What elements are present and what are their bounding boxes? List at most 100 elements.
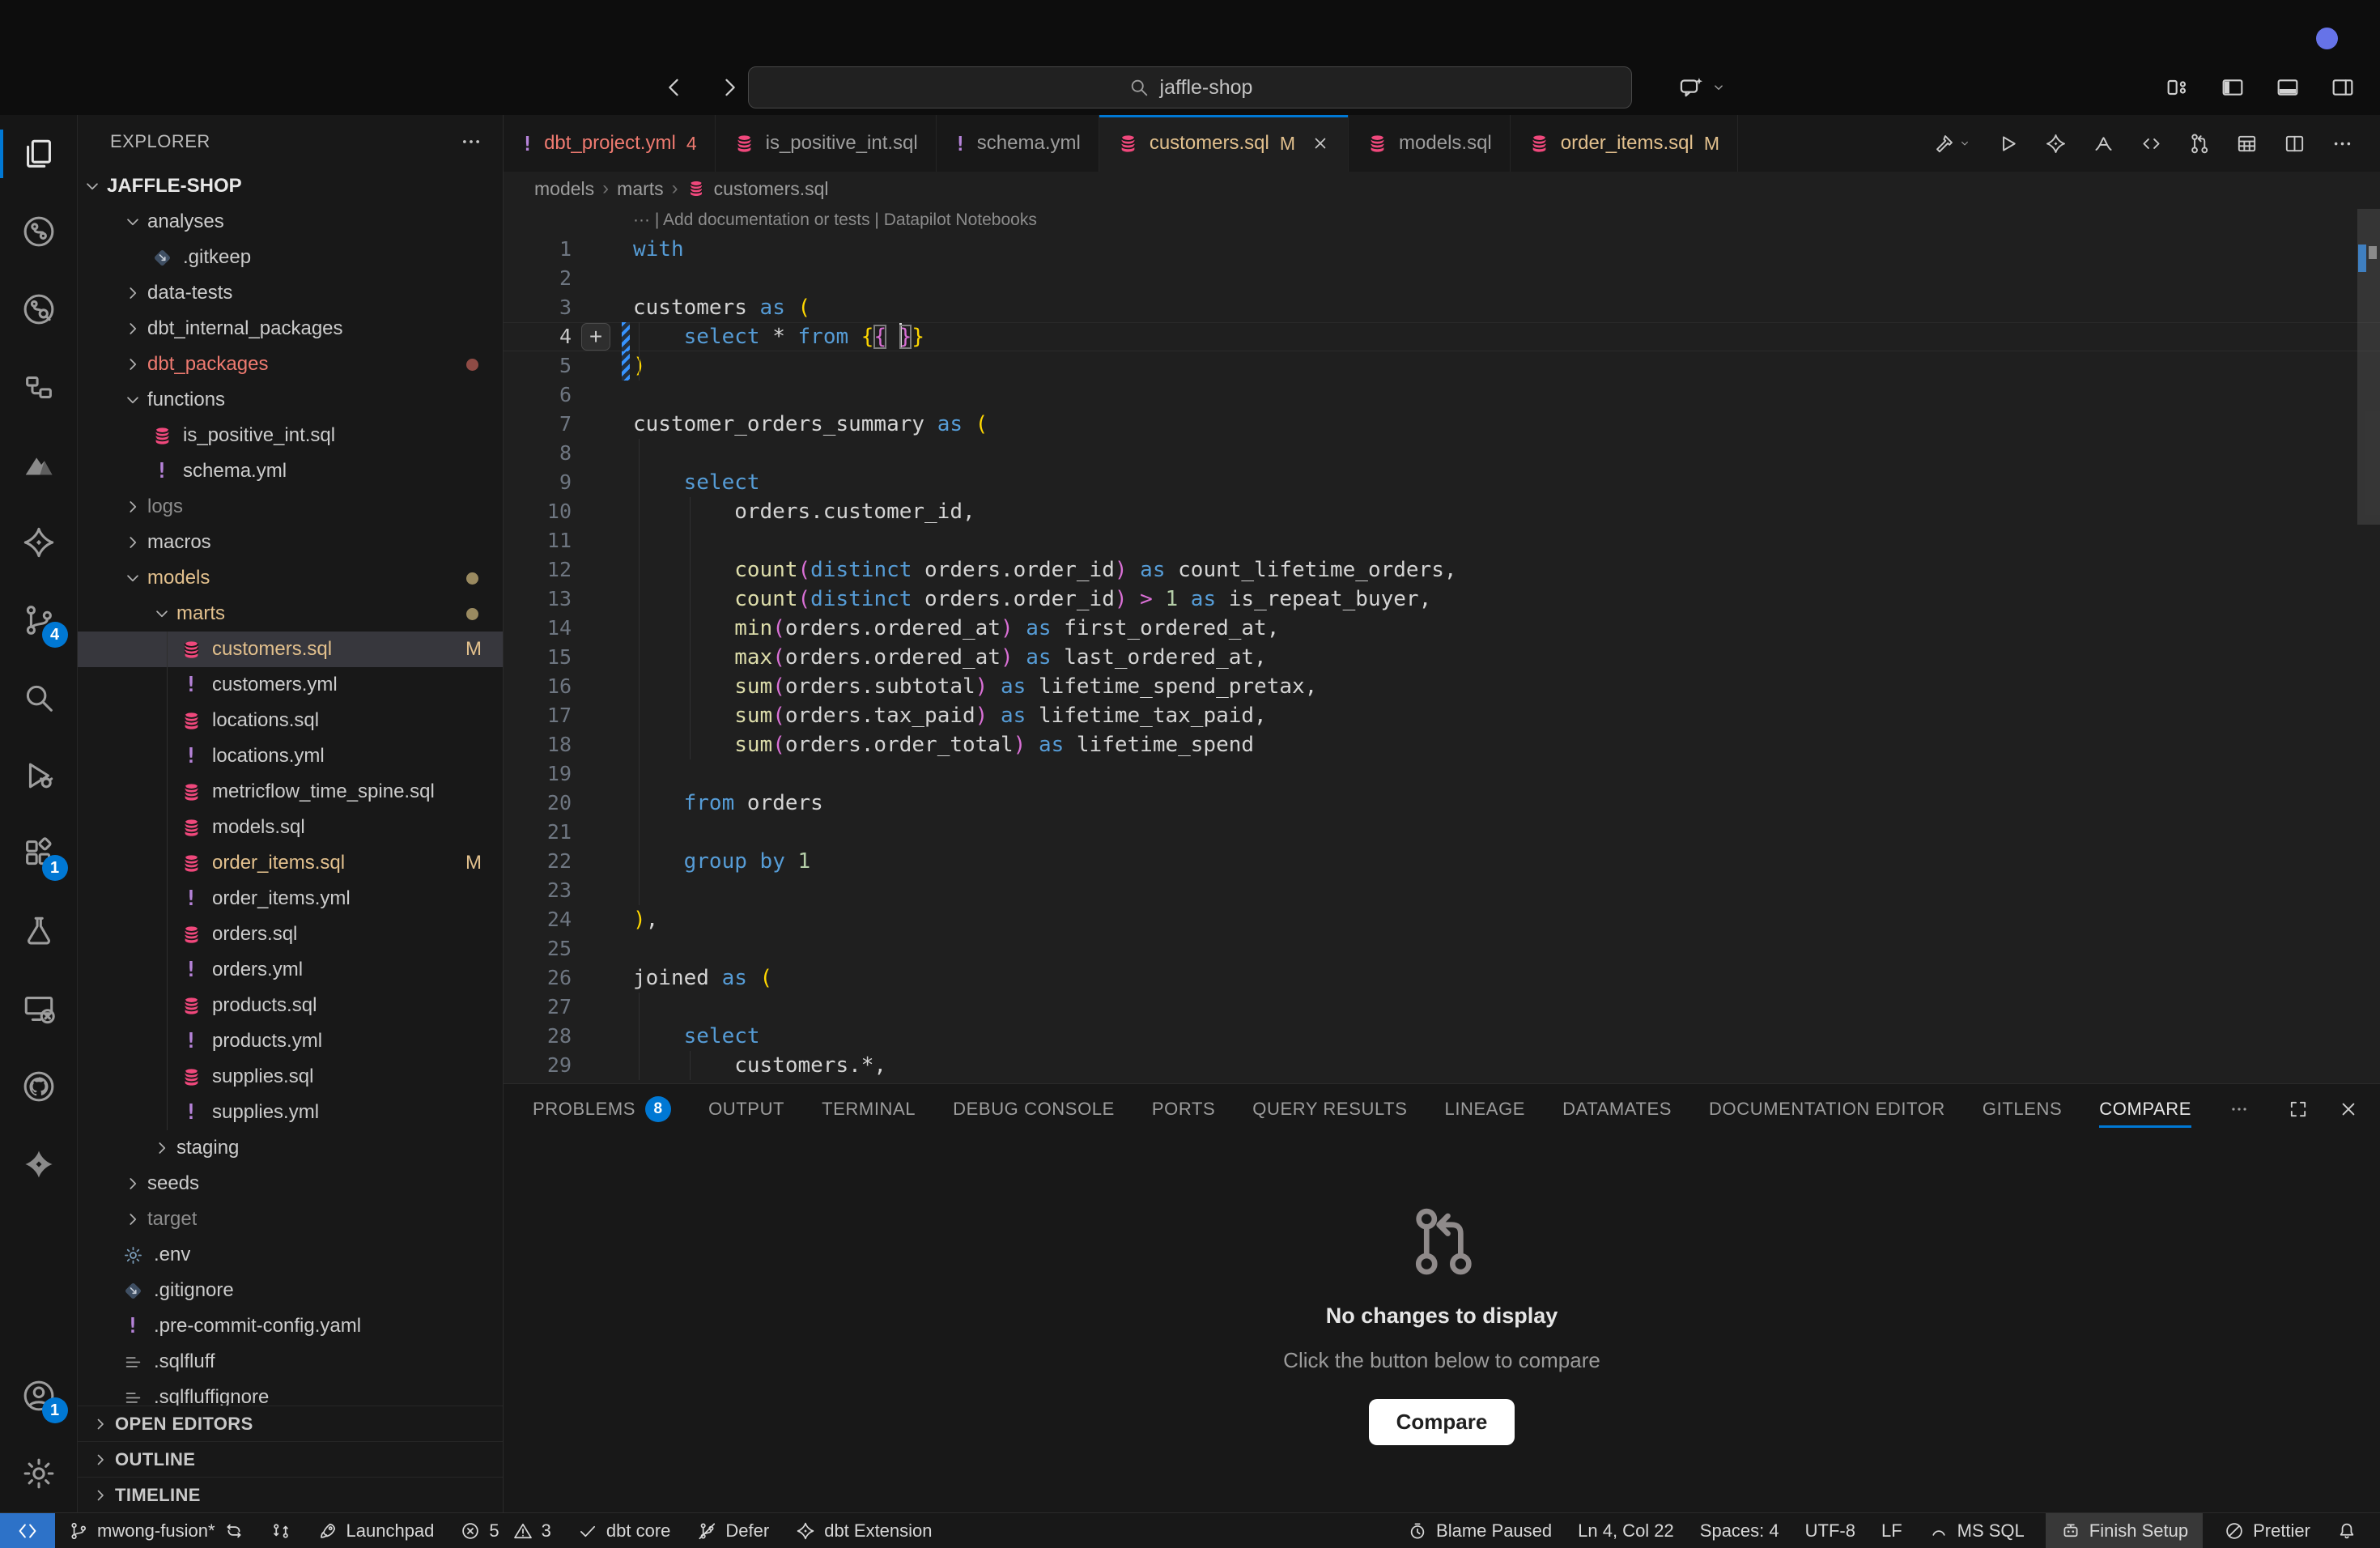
gutter[interactable] xyxy=(572,381,633,410)
gutter[interactable] xyxy=(572,701,633,730)
tree-item[interactable]: dbt_internal_packages xyxy=(78,311,503,347)
gutter[interactable]: + xyxy=(572,322,633,351)
play-icon[interactable] xyxy=(1996,132,2020,155)
gutter[interactable] xyxy=(572,585,633,614)
tree-item[interactable]: logs xyxy=(78,489,503,525)
panel-tab-compare[interactable]: COMPARE xyxy=(2099,1084,2191,1134)
gutter[interactable] xyxy=(572,876,633,905)
tree-item[interactable]: customers.sql M xyxy=(78,632,503,667)
activity-item-account[interactable]: 1 xyxy=(0,1357,78,1435)
more-actions-icon[interactable] xyxy=(459,130,483,154)
gutter[interactable] xyxy=(572,555,633,585)
panel-tab-documentation-editor[interactable]: DOCUMENTATION EDITOR xyxy=(1709,1084,1945,1134)
compare-button[interactable]: Compare xyxy=(1369,1399,1515,1445)
tree-item[interactable]: seeds xyxy=(78,1166,503,1201)
tree-item[interactable]: functions xyxy=(78,382,503,418)
activity-item-beaker[interactable] xyxy=(0,892,78,970)
panel-tab-ports[interactable]: PORTS xyxy=(1152,1084,1215,1134)
gutter[interactable] xyxy=(572,410,633,439)
tree-item[interactable]: analyses xyxy=(78,204,503,240)
code-icon[interactable] xyxy=(2140,132,2163,155)
datapilot-icon[interactable] xyxy=(2092,132,2115,155)
status-item-mwong-fusion-[interactable]: mwong-fusion* xyxy=(68,1513,244,1548)
gutter[interactable] xyxy=(572,293,633,322)
gutter[interactable] xyxy=(572,789,633,818)
tree-item[interactable]: .sqlfluffignore xyxy=(78,1380,503,1406)
tree-item[interactable]: models xyxy=(78,560,503,596)
gutter[interactable] xyxy=(572,1022,633,1051)
tree-item[interactable]: supplies.sql xyxy=(78,1059,503,1095)
gutter[interactable] xyxy=(572,264,633,293)
panel-tab-output[interactable]: OUTPUT xyxy=(708,1084,784,1134)
tree-root[interactable]: JAFFLE-SHOP xyxy=(78,168,503,204)
tree-item[interactable]: !order_items.yml xyxy=(78,881,503,916)
command-center-search[interactable]: jaffle-shop xyxy=(748,66,1632,108)
gutter[interactable] xyxy=(572,847,633,876)
sidebar-section-outline[interactable]: OUTLINE xyxy=(78,1441,503,1477)
tree-item[interactable]: !.pre-commit-config.yaml xyxy=(78,1308,503,1344)
status-item-dbt-extension[interactable]: dbt Extension xyxy=(795,1513,932,1548)
activity-item-circle-branch-search[interactable] xyxy=(0,270,78,348)
tree-item[interactable]: target xyxy=(78,1201,503,1237)
activity-item-files[interactable] xyxy=(0,115,78,193)
panel-tab-more[interactable] xyxy=(2229,1084,2250,1134)
editor-tab-schema.yml[interactable]: !schema.yml xyxy=(937,115,1099,172)
tree-item[interactable]: orders.sql xyxy=(78,916,503,952)
inline-add-button[interactable]: + xyxy=(581,323,610,351)
tree-item[interactable]: order_items.sql M xyxy=(78,845,503,881)
panel-tab-lineage[interactable]: LINEAGE xyxy=(1444,1084,1525,1134)
panel-tab-terminal[interactable]: TERMINAL xyxy=(822,1084,916,1134)
gutter[interactable] xyxy=(572,993,633,1022)
tree-item[interactable]: !customers.yml xyxy=(78,667,503,703)
back-arrow-icon[interactable] xyxy=(661,74,688,101)
tree-item[interactable]: marts xyxy=(78,596,503,632)
tree-item[interactable]: !orders.yml xyxy=(78,952,503,988)
status-item-dbt-core[interactable]: dbt core xyxy=(577,1513,671,1548)
activity-item-remote-explorer[interactable] xyxy=(0,970,78,1048)
remote-indicator[interactable] xyxy=(0,1513,55,1548)
tree-item[interactable]: products.sql xyxy=(78,988,503,1023)
status-item-bell[interactable] xyxy=(2336,1513,2357,1548)
copilot-button[interactable] xyxy=(1677,74,1728,101)
activity-item-mountain[interactable] xyxy=(0,426,78,504)
panel-tab-debug-console[interactable]: DEBUG CONSOLE xyxy=(953,1084,1115,1134)
toggle-secondary-sidebar-icon[interactable] xyxy=(2330,74,2356,100)
split-icon[interactable] xyxy=(2283,132,2306,155)
tree-item[interactable]: models.sql xyxy=(78,810,503,845)
code-editor[interactable]: ··· | Add documentation or tests | Datap… xyxy=(504,206,2380,1083)
activity-item-flowchart[interactable] xyxy=(0,348,78,426)
tree-item[interactable]: !schema.yml xyxy=(78,453,503,489)
tree-item[interactable]: .gitkeep xyxy=(78,240,503,275)
breadcrumb-item[interactable]: marts xyxy=(617,178,664,200)
customize-layout-icon[interactable] xyxy=(2165,74,2191,100)
panel-tab-gitlens[interactable]: GITLENS xyxy=(1983,1084,2062,1134)
tree-item[interactable]: .env xyxy=(78,1237,503,1273)
editor-tab-order_items.sql[interactable]: order_items.sql M xyxy=(1511,115,1738,172)
gutter[interactable] xyxy=(572,672,633,701)
status-item-defer[interactable]: Defer xyxy=(696,1513,769,1548)
ellipsis-icon[interactable] xyxy=(2331,132,2354,155)
status-item-compare-changes[interactable] xyxy=(270,1513,291,1548)
maximize-panel-icon[interactable] xyxy=(2287,1098,2310,1121)
gutter[interactable] xyxy=(572,818,633,847)
activity-item-github[interactable] xyxy=(0,1048,78,1125)
status-item-ms-sql[interactable]: MS SQL xyxy=(1928,1513,2025,1548)
gutter[interactable] xyxy=(572,759,633,789)
editor-scrollbar[interactable] xyxy=(2357,206,2380,1083)
tree-item[interactable]: .gitignore xyxy=(78,1273,503,1308)
sidebar-section-open-editors[interactable]: OPEN EDITORS xyxy=(78,1406,503,1441)
tree-item[interactable]: !products.yml xyxy=(78,1023,503,1059)
status-item-finish-setup[interactable]: Finish Setup xyxy=(2046,1513,2203,1548)
tree-item[interactable]: .sqlfluff xyxy=(78,1344,503,1380)
activity-item-extensions[interactable]: 1 xyxy=(0,814,78,892)
activity-item-dbt-filled[interactable] xyxy=(0,1125,78,1203)
status-item-launchpad[interactable]: Launchpad xyxy=(317,1513,435,1548)
gutter[interactable] xyxy=(572,643,633,672)
editor-tab-customers.sql[interactable]: customers.sql M xyxy=(1099,115,1349,172)
activity-item-search[interactable] xyxy=(0,659,78,737)
status-item-prettier[interactable]: Prettier xyxy=(2224,1513,2310,1548)
gutter[interactable] xyxy=(572,439,633,468)
panel-tab-problems[interactable]: PROBLEMS 8 xyxy=(533,1084,671,1134)
forward-arrow-icon[interactable] xyxy=(716,74,743,101)
gutter[interactable] xyxy=(572,963,633,993)
